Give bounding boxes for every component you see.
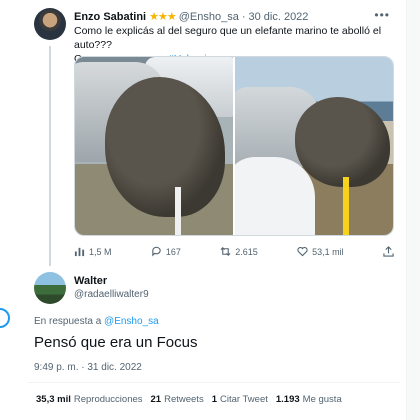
share-icon <box>383 246 394 257</box>
author-name[interactable]: Enzo Sabatini <box>74 11 146 23</box>
reply-prefix: En respuesta a <box>34 316 105 327</box>
avatar[interactable] <box>34 272 66 304</box>
like-button[interactable]: 53,1 mil <box>297 246 344 257</box>
tweet-text: Pensó que era un Focus <box>34 334 198 351</box>
badge-icon: ★★★ <box>149 11 177 23</box>
post-shape <box>175 187 181 235</box>
photo-elephant-seal-car-1[interactable] <box>75 57 233 235</box>
retweet-count: 2.615 <box>235 246 258 257</box>
tweet-actions: 1,5 M 167 2.615 53,1 mil <box>74 246 394 257</box>
stat-value: 35,3 mil <box>36 394 71 405</box>
stat-value: 1 <box>211 394 217 405</box>
divider <box>28 382 400 383</box>
author-handle[interactable]: @radaelliwalter9 <box>74 289 149 300</box>
elephant-seal-shape <box>295 97 390 187</box>
side-indicator-icon <box>0 308 10 328</box>
yellow-post-shape <box>343 177 349 235</box>
stat-label: Me gusta <box>302 394 342 405</box>
stat-retweets[interactable]: 21 Retweets <box>151 394 204 405</box>
heart-icon <box>297 246 308 257</box>
stat-value: 1.193 <box>275 394 300 405</box>
reply-icon <box>152 246 161 257</box>
stat-label: Citar Tweet <box>220 394 268 405</box>
tweet-media[interactable] <box>74 56 394 236</box>
car-shape <box>235 157 315 235</box>
thread-connector-line <box>49 46 51 266</box>
tweet-header: Enzo Sabatini ★★★ @Ensho_sa · 30 dic. 20… <box>74 10 308 24</box>
separator: · <box>241 10 246 23</box>
retweet-icon <box>220 247 231 256</box>
views-button[interactable]: 1,5 M <box>74 246 112 257</box>
tweet-header: Walter <box>74 275 107 287</box>
stat-label: Reproducciones <box>73 394 143 405</box>
reply-context: En respuesta a @Ensho_sa <box>34 316 159 327</box>
reply-button[interactable]: 167 <box>151 246 181 257</box>
author-handle[interactable]: @Ensho_sa <box>179 11 239 23</box>
stat-likes[interactable]: 1.193 Me gusta <box>276 394 342 405</box>
mention-link[interactable]: @Ensho_sa <box>104 316 159 327</box>
stat-value: 21 <box>150 394 162 405</box>
photo-elephant-seal-car-2[interactable] <box>235 57 393 235</box>
tweet-timestamp[interactable]: 9:49 p. m. · 31 dic. 2022 <box>34 362 142 373</box>
avatar[interactable] <box>34 8 66 40</box>
scrollbar[interactable] <box>406 0 420 420</box>
stat-views[interactable]: 35,3 mil Reproducciones <box>36 394 143 405</box>
stat-label: Retweets <box>164 394 204 405</box>
stat-quotes[interactable]: 1 Citar Tweet <box>212 394 268 405</box>
views-count: 1,5 M <box>89 246 112 257</box>
tweet-stats: 35,3 mil Reproducciones 21 Retweets 1 Citar… <box>36 394 342 405</box>
tweet-date[interactable]: 30 dic. 2022 <box>248 11 308 23</box>
reply-count: 167 <box>165 246 181 257</box>
more-options-icon[interactable]: ••• <box>374 8 390 22</box>
like-count: 53,1 mil <box>312 246 344 257</box>
share-button[interactable] <box>383 246 394 257</box>
bar-chart-icon <box>74 247 85 257</box>
tweet-text-line: Como le explicás al del seguro que un el… <box>74 25 382 51</box>
author-name[interactable]: Walter <box>74 275 107 287</box>
retweet-button[interactable]: 2.615 <box>220 246 258 257</box>
